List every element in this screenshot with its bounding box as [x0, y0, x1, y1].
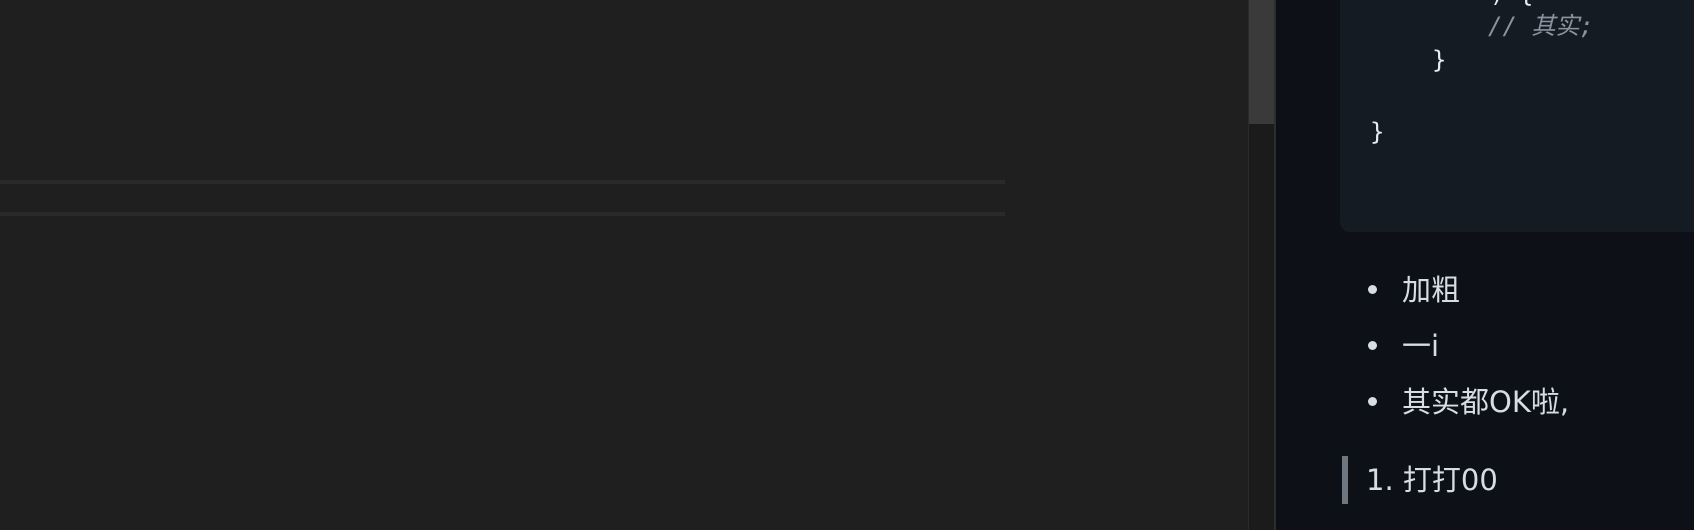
blockquote: 1. 打打00	[1342, 456, 1498, 504]
code-block: ) { // 其实; } }	[1340, 0, 1694, 232]
list-item: 加粗	[1366, 266, 1569, 322]
code-close-brace-outer: }	[1370, 118, 1385, 146]
code-close-brace: }	[1432, 46, 1447, 74]
list-item: 一i	[1366, 322, 1569, 378]
preview-pane: ) { // 其实; } } 加粗 一i 其实都OK啦, 1. 打打00	[1276, 0, 1694, 530]
list-item-text: 一i	[1402, 329, 1440, 363]
code-comment: // 其实;	[1488, 12, 1594, 40]
list-item: 其实都OK啦,	[1366, 378, 1569, 434]
bullet-dot	[1368, 397, 1377, 406]
list-item-text: 其实都OK啦,	[1402, 385, 1570, 419]
ordered-list-item: 1. 打打00	[1366, 463, 1498, 497]
code-line-partial: ) {	[1490, 0, 1533, 10]
horizontal-rule	[0, 212, 1005, 216]
bullet-dot	[1368, 285, 1377, 294]
list-item-text: 加粗	[1402, 273, 1461, 307]
editor-pane[interactable]	[0, 0, 1248, 530]
scrollbar-thumb[interactable]	[1249, 0, 1274, 124]
bullet-list: 加粗 一i 其实都OK啦,	[1366, 266, 1569, 434]
bullet-dot	[1368, 341, 1377, 350]
horizontal-rule	[0, 180, 1005, 184]
editor-scrollbar[interactable]	[1248, 0, 1274, 530]
